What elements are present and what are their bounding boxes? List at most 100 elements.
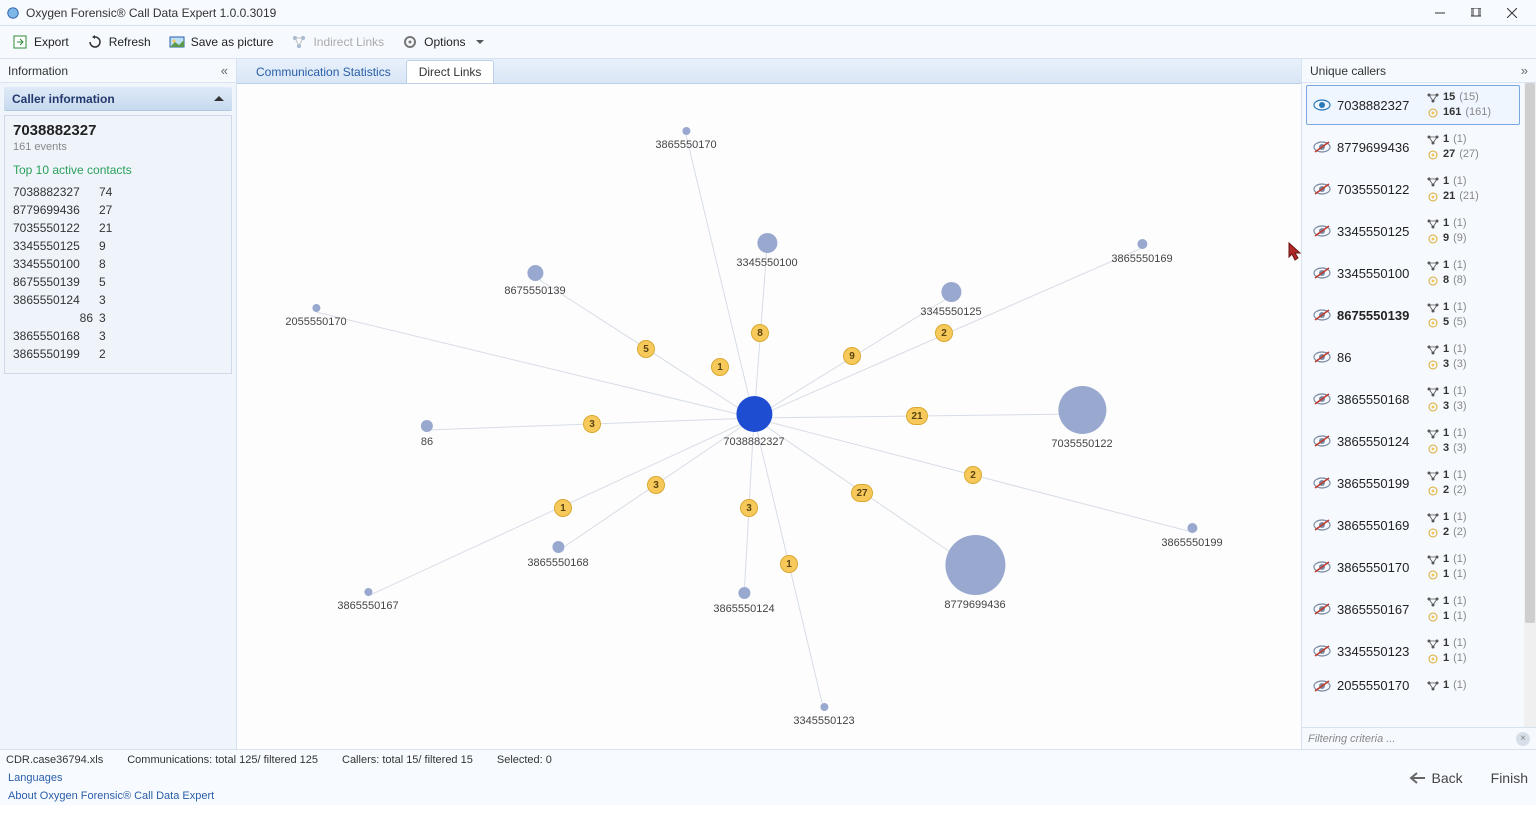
visibility-eye-icon[interactable] xyxy=(1313,392,1331,406)
contact-row[interactable]: 38655501243 xyxy=(13,291,223,309)
unique-caller-item[interactable]: 33455501251(1)9(9) xyxy=(1306,211,1520,251)
graph-node[interactable]: 3865550169 xyxy=(1111,257,1172,265)
about-link[interactable]: About Oxygen Forensic® Call Data Expert xyxy=(8,790,214,802)
graph-node[interactable]: 86 xyxy=(421,440,433,448)
status-file: CDR.case36794.xls xyxy=(6,754,103,766)
back-button[interactable]: Back xyxy=(1408,770,1463,786)
contact-row[interactable]: 38655501683 xyxy=(13,327,223,345)
contact-row[interactable]: 33455501259 xyxy=(13,237,223,255)
collapse-left-icon[interactable]: « xyxy=(221,63,228,78)
unique-caller-item[interactable]: 20555501701(1) xyxy=(1306,673,1520,698)
graph-node[interactable]: 3865550199 xyxy=(1161,541,1222,549)
contact-row[interactable]: 86755501395 xyxy=(13,273,223,291)
graph-node[interactable]: 3345550125 xyxy=(920,310,981,318)
refresh-button[interactable]: Refresh xyxy=(79,28,159,56)
unique-caller-item[interactable]: 33455501001(1)8(8) xyxy=(1306,253,1520,293)
caller-stats: 1(1)3(3) xyxy=(1427,384,1467,414)
caller-number: 2055550170 xyxy=(1337,678,1427,693)
links-mini-icon xyxy=(1427,639,1439,649)
indirect-links-button[interactable]: Indirect Links xyxy=(283,28,392,56)
tab-communication-statistics[interactable]: Communication Statistics xyxy=(243,60,404,83)
graph-node[interactable]: 7035550122 xyxy=(1051,442,1112,450)
unique-callers-panel: Unique callers » 703888232715(15)161(161… xyxy=(1301,59,1536,749)
close-button[interactable] xyxy=(1494,1,1530,25)
graph-node[interactable]: 8779699436 xyxy=(944,603,1005,611)
node-label: 3865550124 xyxy=(713,603,774,615)
visibility-eye-icon[interactable] xyxy=(1313,308,1331,322)
visibility-eye-icon[interactable] xyxy=(1313,602,1331,616)
languages-link[interactable]: Languages xyxy=(8,772,62,784)
unique-caller-item[interactable]: 38655501671(1)1(1) xyxy=(1306,589,1520,629)
node-dot-icon xyxy=(820,703,828,711)
gear-icon xyxy=(402,34,418,50)
caller-stats: 1(1)2(2) xyxy=(1427,468,1467,498)
unique-caller-item[interactable]: 38655501681(1)3(3) xyxy=(1306,379,1520,419)
visibility-eye-icon[interactable] xyxy=(1313,350,1331,364)
graph-node-central[interactable]: 7038882327 xyxy=(723,440,784,448)
visibility-eye-icon[interactable] xyxy=(1313,644,1331,658)
options-button[interactable]: Options xyxy=(394,28,491,56)
edge-weight-badge: 2 xyxy=(935,324,953,342)
visibility-eye-icon[interactable] xyxy=(1313,476,1331,490)
unique-caller-item[interactable]: 861(1)3(3) xyxy=(1306,337,1520,377)
edge-weight-badge: 21 xyxy=(906,407,928,425)
graph-node[interactable]: 3345550100 xyxy=(736,261,797,269)
contact-number: 8779699436 xyxy=(13,201,93,219)
contact-row[interactable]: 38655501992 xyxy=(13,345,223,363)
graph-node[interactable]: 3865550168 xyxy=(527,561,588,569)
caller-information-header[interactable]: Caller information xyxy=(4,87,232,111)
caller-stats: 1(1)5(5) xyxy=(1427,300,1467,330)
unique-caller-item[interactable]: 38655501691(1)2(2) xyxy=(1306,505,1520,545)
contact-row[interactable]: 703888232774 xyxy=(13,183,223,201)
contact-row[interactable]: 703555012221 xyxy=(13,219,223,237)
visibility-eye-icon[interactable] xyxy=(1313,434,1331,448)
links-mini-icon xyxy=(1427,387,1439,397)
visibility-eye-icon[interactable] xyxy=(1313,182,1331,196)
chevron-down-icon xyxy=(476,40,484,44)
information-header: Information xyxy=(8,64,68,78)
tab-direct-links[interactable]: Direct Links xyxy=(406,60,495,83)
events-mini-icon xyxy=(1427,234,1439,244)
unique-caller-item[interactable]: 70355501221(1)21(21) xyxy=(1306,169,1520,209)
unique-caller-item[interactable]: 33455501231(1)1(1) xyxy=(1306,631,1520,671)
filter-criteria-input[interactable]: Filtering criteria ... × xyxy=(1302,727,1536,749)
visibility-eye-icon[interactable] xyxy=(1313,560,1331,574)
contact-count: 3 xyxy=(99,291,106,309)
events-mini-icon xyxy=(1427,192,1439,202)
contact-row[interactable]: 33455501008 xyxy=(13,255,223,273)
picture-icon xyxy=(169,34,185,50)
visibility-eye-icon[interactable] xyxy=(1313,266,1331,280)
unique-callers-header: Unique callers xyxy=(1310,64,1386,78)
graph-node[interactable]: 3865550170 xyxy=(655,143,716,151)
unique-caller-item[interactable]: 38655501701(1)1(1) xyxy=(1306,547,1520,587)
graph-node[interactable]: 3345550123 xyxy=(793,719,854,727)
save-picture-button[interactable]: Save as picture xyxy=(161,28,282,56)
visibility-eye-icon[interactable] xyxy=(1313,518,1331,532)
unique-caller-item[interactable]: 38655501241(1)3(3) xyxy=(1306,421,1520,461)
graph-node[interactable]: 8675550139 xyxy=(504,289,565,297)
links-icon xyxy=(291,34,307,50)
scrollbar[interactable] xyxy=(1524,83,1536,727)
links-mini-icon xyxy=(1427,93,1439,103)
maximize-button[interactable] xyxy=(1458,1,1494,25)
visibility-eye-icon[interactable] xyxy=(1313,140,1331,154)
contact-row[interactable]: 877969943627 xyxy=(13,201,223,219)
graph-node[interactable]: 3865550124 xyxy=(713,607,774,615)
clear-filter-icon[interactable]: × xyxy=(1516,732,1530,746)
visibility-eye-icon[interactable] xyxy=(1313,224,1331,238)
graph-node[interactable]: 2055550170 xyxy=(285,320,346,328)
export-button[interactable]: Export xyxy=(4,28,77,56)
graph-node[interactable]: 3865550167 xyxy=(337,604,398,612)
refresh-icon xyxy=(87,34,103,50)
unique-caller-item[interactable]: 703888232715(15)161(161) xyxy=(1306,85,1520,125)
minimize-button[interactable] xyxy=(1422,1,1458,25)
unique-caller-item[interactable]: 87796994361(1)27(27) xyxy=(1306,127,1520,167)
finish-button[interactable]: Finish xyxy=(1491,770,1528,786)
graph-canvas[interactable]: 7038882327 3865550170 3345550100 3865550169… xyxy=(237,84,1301,749)
unique-caller-item[interactable]: 86755501391(1)5(5) xyxy=(1306,295,1520,335)
visibility-eye-icon[interactable] xyxy=(1313,679,1331,693)
visibility-eye-icon[interactable] xyxy=(1313,98,1331,112)
contact-row[interactable]: 863 xyxy=(13,309,223,327)
expand-right-icon[interactable]: » xyxy=(1521,63,1528,78)
unique-caller-item[interactable]: 38655501991(1)2(2) xyxy=(1306,463,1520,503)
